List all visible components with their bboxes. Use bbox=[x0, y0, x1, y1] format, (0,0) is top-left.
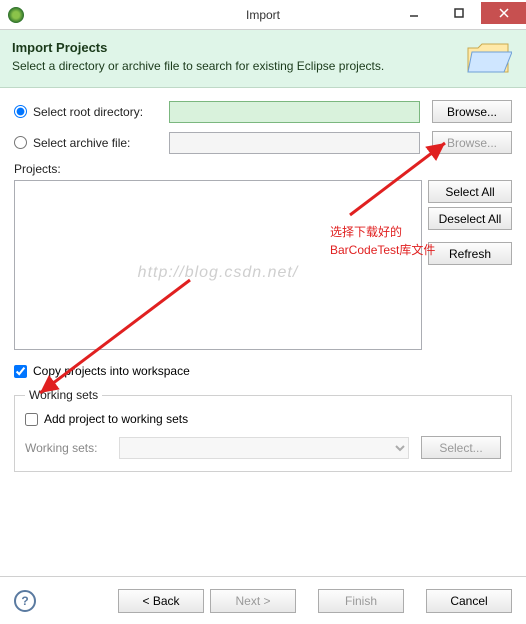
cancel-button[interactable]: Cancel bbox=[426, 589, 512, 613]
browse-archive-button: Browse... bbox=[432, 131, 512, 154]
app-icon bbox=[8, 7, 24, 23]
root-dir-row: Select root directory: Browse... bbox=[14, 100, 512, 123]
copy-row: Copy projects into workspace bbox=[14, 364, 512, 378]
minimize-button[interactable] bbox=[391, 2, 436, 24]
projects-label: Projects: bbox=[14, 162, 512, 176]
ws-select-button: Select... bbox=[421, 436, 501, 459]
folder-import-icon bbox=[464, 38, 512, 81]
working-sets-legend: Working sets bbox=[25, 388, 102, 402]
content: Select root directory: Browse... Select … bbox=[0, 88, 526, 472]
titlebar: Import bbox=[0, 0, 526, 30]
header-subtitle: Select a directory or archive file to se… bbox=[12, 59, 384, 73]
ws-select-row: Working sets: Select... bbox=[25, 436, 501, 459]
projects-area: http://blog.csdn.net/ Select All Deselec… bbox=[14, 180, 512, 350]
wizard-header: Import Projects Select a directory or ar… bbox=[0, 30, 526, 88]
archive-row: Select archive file: Browse... bbox=[14, 131, 512, 154]
copy-checkbox[interactable] bbox=[14, 365, 27, 378]
watermark: http://blog.csdn.net/ bbox=[138, 264, 299, 282]
header-title: Import Projects bbox=[12, 40, 384, 55]
window-title: Import bbox=[246, 8, 280, 22]
add-ws-label: Add project to working sets bbox=[44, 412, 188, 426]
finish-button: Finish bbox=[318, 589, 404, 613]
next-button: Next > bbox=[210, 589, 296, 613]
ws-label: Working sets: bbox=[25, 441, 113, 455]
footer: ? < Back Next > Finish Cancel bbox=[0, 576, 526, 624]
archive-input bbox=[169, 132, 420, 154]
add-ws-row: Add project to working sets bbox=[25, 412, 501, 426]
add-ws-checkbox[interactable] bbox=[25, 413, 38, 426]
back-button[interactable]: < Back bbox=[118, 589, 204, 613]
root-dir-radio[interactable] bbox=[14, 105, 27, 118]
root-dir-label: Select root directory: bbox=[33, 105, 163, 119]
refresh-button[interactable]: Refresh bbox=[428, 242, 512, 265]
projects-list[interactable]: http://blog.csdn.net/ bbox=[14, 180, 422, 350]
working-sets-group: Working sets Add project to working sets… bbox=[14, 388, 512, 472]
archive-radio[interactable] bbox=[14, 136, 27, 149]
help-button[interactable]: ? bbox=[14, 590, 36, 612]
window-buttons bbox=[391, 6, 526, 24]
ws-select bbox=[119, 437, 409, 459]
close-button[interactable] bbox=[481, 2, 526, 24]
archive-label: Select archive file: bbox=[33, 136, 163, 150]
root-dir-input[interactable] bbox=[169, 101, 420, 123]
copy-label: Copy projects into workspace bbox=[33, 364, 190, 378]
browse-root-button[interactable]: Browse... bbox=[432, 100, 512, 123]
maximize-button[interactable] bbox=[436, 2, 481, 24]
select-all-button[interactable]: Select All bbox=[428, 180, 512, 203]
projects-side-buttons: Select All Deselect All Refresh bbox=[428, 180, 512, 350]
deselect-all-button[interactable]: Deselect All bbox=[428, 207, 512, 230]
